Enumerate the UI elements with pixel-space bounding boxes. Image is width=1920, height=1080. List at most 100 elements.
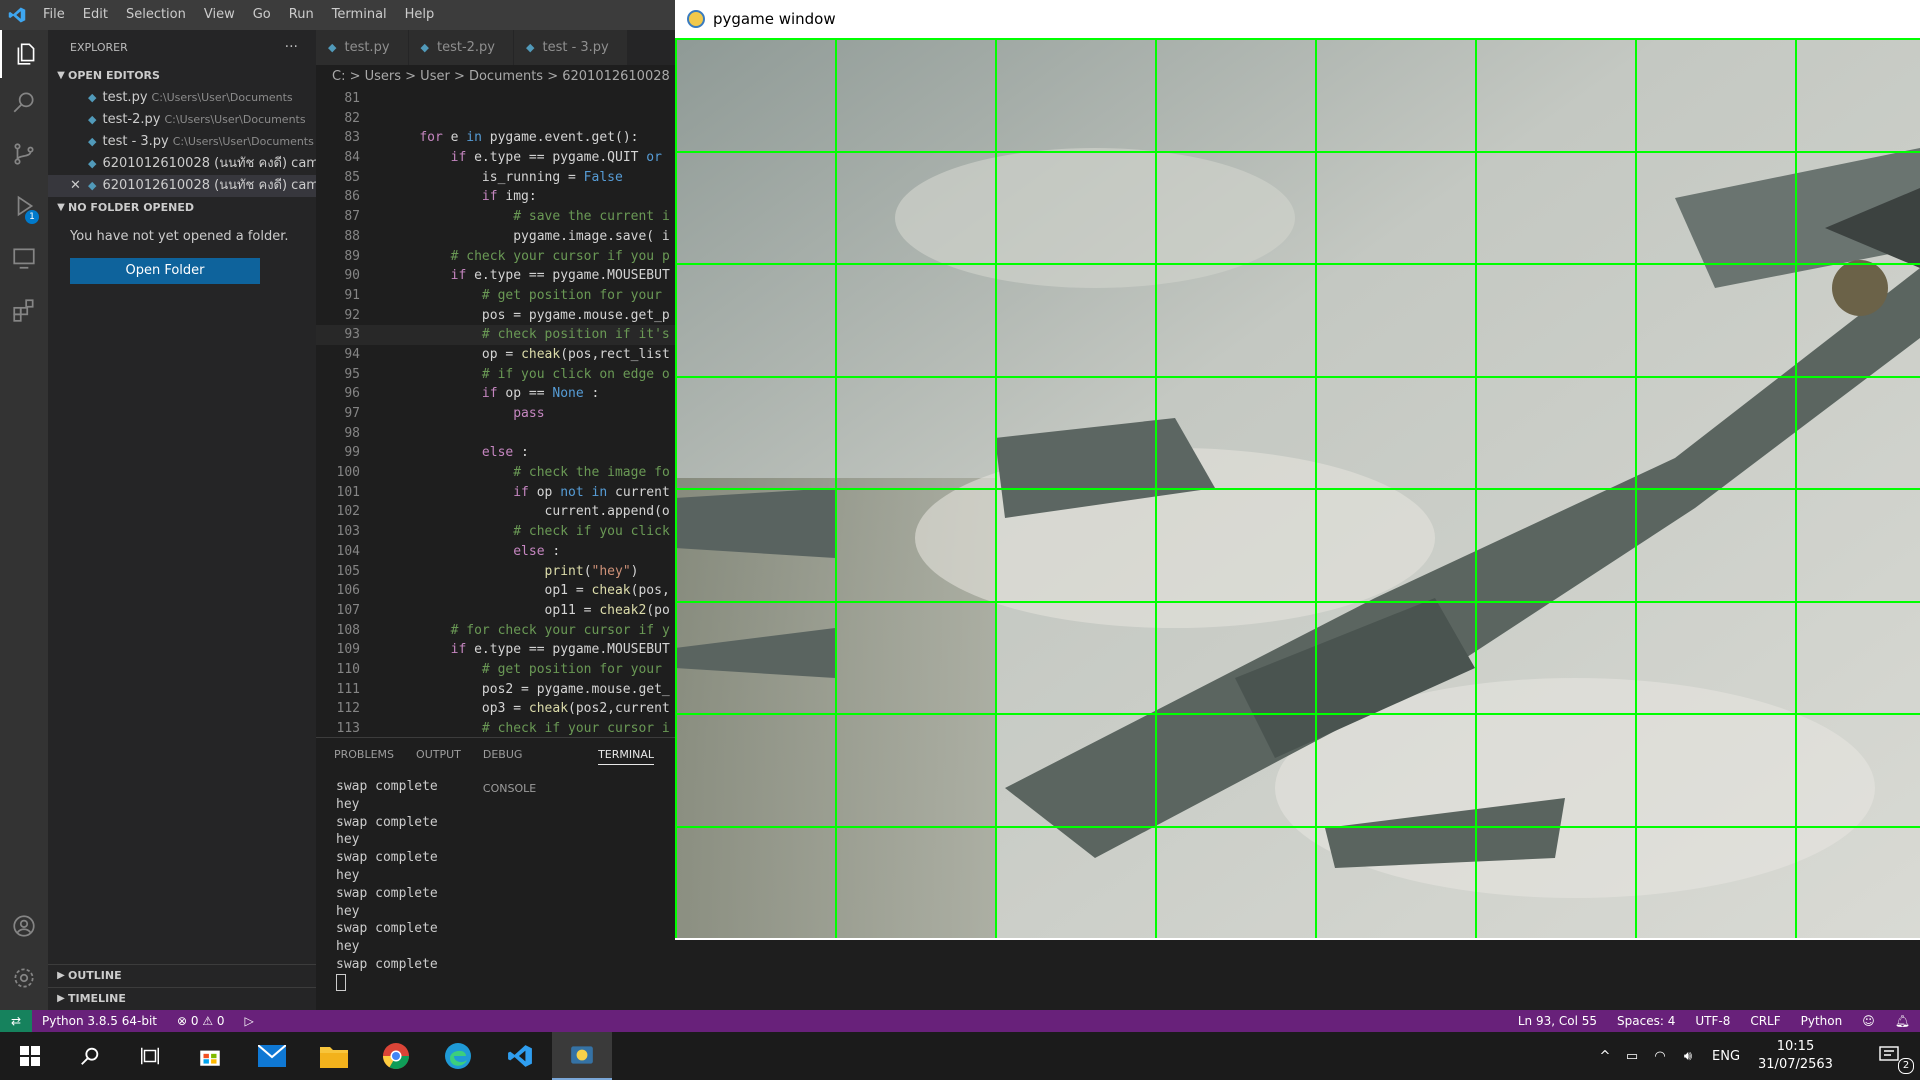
- cursor-position[interactable]: Ln 93, Col 55: [1508, 1010, 1607, 1032]
- puzzle-tile[interactable]: [1475, 825, 1637, 938]
- timeline-section[interactable]: ▶ TIMELINE: [48, 987, 316, 1010]
- puzzle-tile[interactable]: [1475, 488, 1637, 603]
- puzzle-tile[interactable]: [1475, 600, 1637, 715]
- puzzle-tile[interactable]: [995, 38, 1157, 153]
- battery-icon[interactable]: ▭: [1618, 1049, 1646, 1064]
- puzzle-tile[interactable]: [1795, 38, 1920, 153]
- code-line[interactable]: 93 # check position if it's: [316, 325, 676, 345]
- puzzle-tile[interactable]: [1155, 38, 1317, 153]
- open-folder-button[interactable]: Open Folder: [70, 258, 260, 284]
- account-icon[interactable]: [0, 902, 48, 950]
- menu-selection[interactable]: Selection: [117, 0, 195, 30]
- puzzle-tile[interactable]: [1635, 263, 1797, 378]
- remote-icon[interactable]: ⇄: [0, 1010, 32, 1032]
- action-center-icon[interactable]: 2: [1860, 1032, 1920, 1080]
- puzzle-tile[interactable]: [835, 38, 997, 153]
- open-editor-item[interactable]: ◆ 6201012610028 (นนทัช คงดี) cam...: [48, 153, 316, 175]
- puzzle-tile[interactable]: [1795, 825, 1920, 938]
- close-icon[interactable]: ✕: [70, 175, 81, 197]
- clock[interactable]: 10:15 31/07/2563: [1758, 1038, 1833, 1074]
- puzzle-tile[interactable]: [1635, 38, 1797, 153]
- tab-test-2-py[interactable]: ◆ test-2.py: [408, 30, 514, 65]
- wifi-icon[interactable]: ◠: [1646, 1049, 1674, 1064]
- menu-run[interactable]: Run: [280, 0, 323, 30]
- puzzle-tile[interactable]: [995, 488, 1157, 603]
- open-editor-item[interactable]: ◆ test - 3.py C:\Users\User\Documents: [48, 131, 316, 153]
- open-editor-item[interactable]: ◆ test-2.py C:\Users\User\Documents: [48, 109, 316, 131]
- code-line[interactable]: 84 if e.type == pygame.QUIT or: [316, 148, 676, 168]
- code-line[interactable]: 85 is_running = False: [316, 168, 676, 188]
- volume-icon[interactable]: 🔊︎: [1674, 1049, 1702, 1064]
- search-icon[interactable]: [60, 1032, 120, 1080]
- menu-view[interactable]: View: [195, 0, 244, 30]
- puzzle-tile[interactable]: [1315, 488, 1477, 603]
- code-line[interactable]: 91 # get position for your: [316, 286, 676, 306]
- puzzle-tile[interactable]: [1635, 600, 1797, 715]
- open-editors-section[interactable]: ▼ OPEN EDITORS: [48, 65, 316, 87]
- language-mode[interactable]: Python: [1791, 1010, 1853, 1032]
- puzzle-tile[interactable]: [835, 263, 997, 378]
- code-line[interactable]: 95 # if you click on edge o: [316, 365, 676, 385]
- problems-count[interactable]: ⊗ 0 ⚠ 0: [167, 1010, 235, 1032]
- puzzle-tile[interactable]: [675, 150, 837, 265]
- puzzle-tile[interactable]: [1155, 825, 1317, 938]
- more-actions-icon[interactable]: ···: [285, 30, 298, 65]
- code-line[interactable]: 90 if e.type == pygame.MOUSEBUT: [316, 266, 676, 286]
- puzzle-tile[interactable]: [1315, 713, 1477, 828]
- puzzle-canvas[interactable]: [675, 38, 1920, 938]
- puzzle-tile[interactable]: [835, 150, 997, 265]
- puzzle-tile[interactable]: [675, 600, 837, 715]
- code-line[interactable]: 108 # for check your cursor if y: [316, 621, 676, 641]
- code-line[interactable]: 99 else :: [316, 443, 676, 463]
- puzzle-tile[interactable]: [1315, 375, 1477, 490]
- no-folder-section[interactable]: ▼ NO FOLDER OPENED: [48, 197, 316, 219]
- puzzle-tile[interactable]: [1795, 713, 1920, 828]
- open-editor-item[interactable]: ◆ test.py C:\Users\User\Documents: [48, 87, 316, 109]
- code-line[interactable]: 101 if op not in current: [316, 483, 676, 503]
- mail-icon[interactable]: [242, 1032, 302, 1080]
- run-debug-icon[interactable]: 1: [0, 182, 48, 230]
- code-line[interactable]: 94 op = cheak(pos,rect_list: [316, 345, 676, 365]
- puzzle-tile[interactable]: [995, 150, 1157, 265]
- end-of-line[interactable]: CRLF: [1740, 1010, 1790, 1032]
- tab-terminal[interactable]: TERMINAL: [598, 738, 654, 765]
- puzzle-tile[interactable]: [995, 713, 1157, 828]
- tab-test-py[interactable]: ◆ test.py: [316, 30, 409, 65]
- puzzle-tile[interactable]: [1315, 263, 1477, 378]
- puzzle-tile[interactable]: [675, 263, 837, 378]
- code-editor[interactable]: 81 82 83 for e in pygame.event.get(): 84 if…: [316, 89, 676, 737]
- puzzle-tile[interactable]: [835, 488, 997, 603]
- code-line[interactable]: 86 if img:: [316, 187, 676, 207]
- code-line[interactable]: 112 op3 = cheak(pos2,current: [316, 699, 676, 719]
- search-icon[interactable]: [0, 78, 48, 126]
- code-line[interactable]: 92 pos = pygame.mouse.get_p: [316, 306, 676, 326]
- puzzle-tile[interactable]: [835, 600, 997, 715]
- puzzle-tile[interactable]: [1155, 150, 1317, 265]
- puzzle-tile[interactable]: [1155, 600, 1317, 715]
- puzzle-tile[interactable]: [835, 375, 997, 490]
- code-line[interactable]: 89 # check your cursor if you p: [316, 247, 676, 267]
- indentation[interactable]: Spaces: 4: [1607, 1010, 1685, 1032]
- code-line[interactable]: 88 pygame.image.save( i: [316, 227, 676, 247]
- code-line[interactable]: 109 if e.type == pygame.MOUSEBUT: [316, 640, 676, 660]
- menu-terminal[interactable]: Terminal: [323, 0, 396, 30]
- tray-overflow-chevron-icon[interactable]: ^: [1592, 1049, 1618, 1064]
- puzzle-tile[interactable]: [995, 375, 1157, 490]
- input-language[interactable]: ENG: [1712, 1049, 1740, 1064]
- puzzle-tile[interactable]: [1155, 263, 1317, 378]
- puzzle-tile[interactable]: [995, 825, 1157, 938]
- puzzle-tile[interactable]: [1155, 488, 1317, 603]
- code-line[interactable]: 105 print("hey"): [316, 562, 676, 582]
- code-line[interactable]: 103 # check if you click: [316, 522, 676, 542]
- start-windows-icon[interactable]: [0, 1032, 60, 1080]
- puzzle-tile[interactable]: [1315, 150, 1477, 265]
- breadcrumb[interactable]: C: > Users > User > Documents > 62010126…: [316, 65, 692, 89]
- puzzle-tile[interactable]: [1635, 488, 1797, 603]
- code-line[interactable]: 107 op11 = cheak2(po: [316, 601, 676, 621]
- run-icon[interactable]: ▷: [235, 1010, 264, 1032]
- feedback-icon[interactable]: ☺: [1852, 1010, 1885, 1032]
- encoding[interactable]: UTF-8: [1685, 1010, 1740, 1032]
- code-line[interactable]: 113 # check if your cursor i: [316, 719, 676, 737]
- puzzle-tile[interactable]: [1795, 600, 1920, 715]
- code-line[interactable]: 98: [316, 424, 676, 444]
